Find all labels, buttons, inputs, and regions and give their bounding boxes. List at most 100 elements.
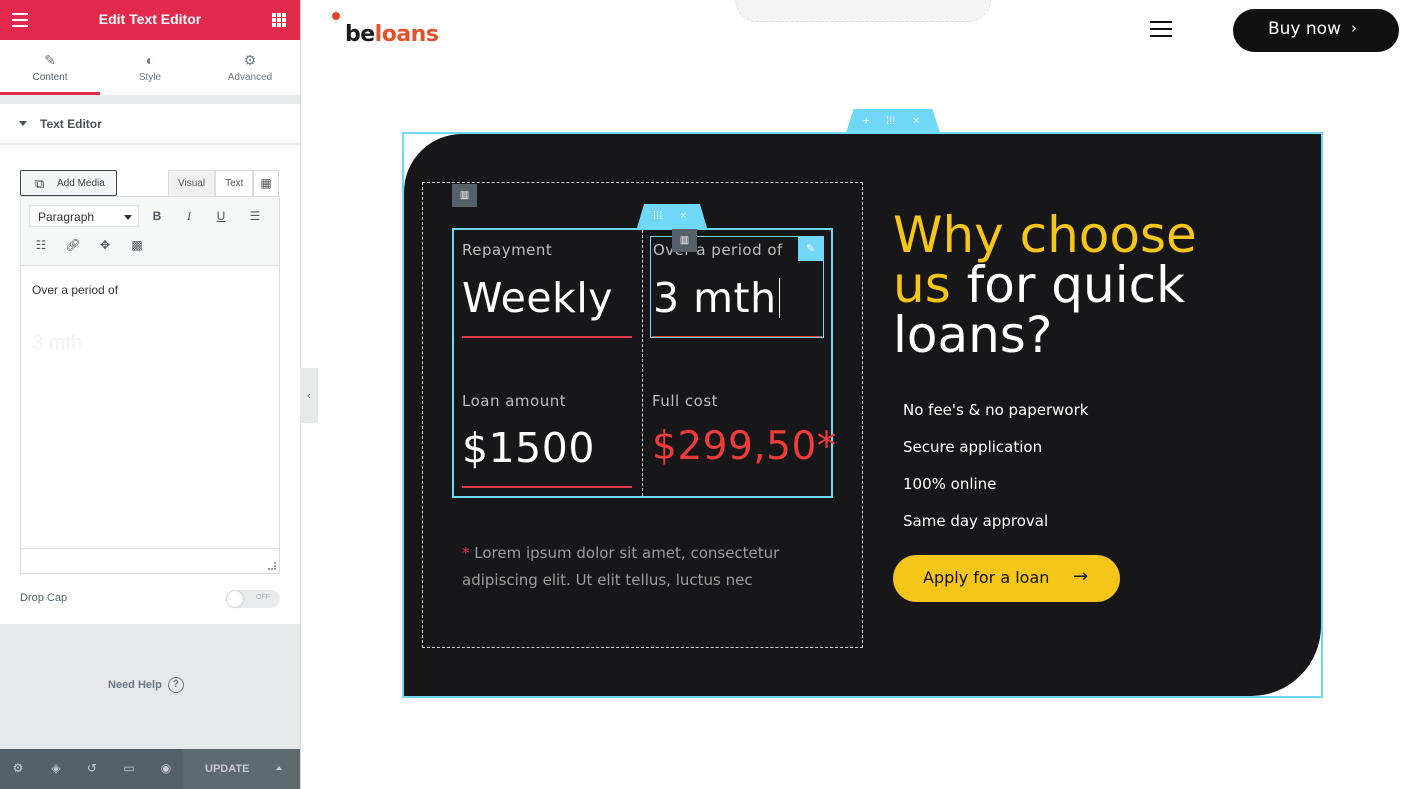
logo-mark-icon (332, 12, 340, 20)
tab-style-label: Style (138, 72, 162, 83)
tab-advanced-label: Advanced (227, 72, 273, 83)
update-button[interactable]: UPDATE (183, 749, 300, 789)
text-editor-field[interactable]: Over a period of 3 mth (20, 266, 280, 574)
site-menu-icon[interactable] (1150, 21, 1172, 37)
update-label: UPDATE (205, 763, 250, 775)
footnote-body: Lorem ipsum dolor sit amet, consectetur … (462, 544, 780, 589)
stat-value-repayment: Weekly (462, 274, 613, 322)
layers-icon[interactable]: ◈ (48, 761, 64, 777)
widgets-grid-icon[interactable] (272, 13, 286, 27)
close-icon[interactable]: × (913, 115, 919, 127)
numbered-list-icon[interactable]: ☷ (31, 235, 51, 255)
format-select-value: Paragraph (38, 210, 95, 224)
stat-underline (462, 486, 632, 488)
tab-content-label: Content (32, 72, 68, 83)
feature-item: No fee's & no paperwork (903, 401, 1089, 419)
column-handle-icon[interactable]: ▥ (452, 184, 477, 207)
feature-item: Secure application (903, 438, 1043, 456)
toggle-knob (227, 591, 243, 607)
need-help-label: Need Help (108, 678, 162, 691)
section-text-editor[interactable]: Text Editor (0, 104, 300, 144)
pencil-icon: ✎ (44, 52, 56, 68)
editor-line-1: Over a period of (32, 283, 119, 297)
need-help-link[interactable]: Need Help? (108, 677, 184, 693)
footnote-asterisk: * (462, 544, 470, 562)
section-title: Text Editor (40, 117, 102, 131)
buy-now-label: Buy now (1268, 19, 1341, 39)
stat-label-repayment: Repayment (462, 241, 553, 259)
drag-icon[interactable]: ⁞⁞⁞ (653, 210, 662, 222)
logo-text-be: be (345, 22, 375, 47)
chevron-down-icon (124, 215, 132, 220)
format-select[interactable]: Paragraph (29, 205, 139, 227)
responsive-icon[interactable]: ▭ (121, 761, 137, 777)
inner-section-handle[interactable]: ⁞⁞⁞ × (637, 204, 707, 228)
feature-item: 100% online (903, 475, 997, 493)
logo-text-loans: loans (374, 22, 439, 47)
link-icon[interactable]: 🔗︎ (63, 235, 83, 255)
panel-tabs: ✎ Content ◐ Style ⚙ Advanced (0, 40, 300, 95)
question-icon: ? (167, 677, 184, 693)
italic-button[interactable]: I (179, 206, 199, 226)
settings-icon[interactable]: ⚙ (10, 761, 26, 777)
stat-underline (462, 336, 632, 338)
headline: Why choose us for quick loans? (893, 210, 1253, 360)
tab-style[interactable]: ◐ Style (100, 40, 200, 95)
tab-content[interactable]: ✎ Content (0, 40, 100, 95)
underline-button[interactable]: U (211, 206, 231, 226)
panel-title: Edit Text Editor (98, 11, 202, 27)
stat-value-loan-amount: $1500 (462, 424, 595, 472)
stat-value-full-cost: $299,50* (652, 424, 837, 469)
panel-header: Edit Text Editor (0, 0, 300, 40)
gear-icon: ⚙ (243, 52, 257, 68)
caret-down-icon (19, 121, 27, 126)
apply-label: Apply for a loan (923, 568, 1050, 587)
edit-widget-pencil-icon[interactable]: ✎ (798, 237, 823, 261)
half-circle-icon: ◐ (145, 52, 155, 68)
add-icon[interactable]: + (863, 115, 869, 127)
media-icon: ⧉ (35, 176, 45, 191)
editor-statusbar (21, 548, 279, 573)
buy-now-button[interactable]: Buy now › (1233, 9, 1399, 52)
drop-cap-toggle[interactable]: OFF (226, 590, 280, 608)
chevron-up-icon[interactable] (276, 766, 282, 770)
history-icon[interactable]: ↺ (84, 761, 100, 777)
inner-column-divider (642, 230, 643, 496)
headline-part4: loans? (893, 306, 1053, 364)
tab-text[interactable]: Text (215, 170, 254, 196)
resize-grip-icon[interactable] (268, 562, 276, 570)
fullscreen-icon[interactable]: ✥ (95, 235, 115, 255)
editor-mode-tabs: Visual Text ▦ (168, 170, 279, 196)
drag-icon[interactable]: ⁞⁞⁞ (886, 115, 895, 127)
arrow-right-icon: → (1073, 566, 1089, 587)
site-logo[interactable]: beloans (345, 22, 439, 47)
footnote-text: * Lorem ipsum dolor sit amet, consectetu… (462, 540, 822, 594)
close-icon[interactable]: × (680, 210, 686, 222)
editor-toolbar: Paragraph B I U ☰ ☷ 🔗︎ ✥ ▩ (20, 196, 280, 266)
column-handle-icon[interactable]: ▥ (672, 229, 697, 252)
header-edit-tab[interactable] (735, 0, 991, 22)
add-media-label: Add Media (57, 178, 105, 189)
toolbar-more-icon[interactable]: ▩ (127, 235, 147, 255)
stat-label-loan-amount: Loan amount (462, 392, 567, 410)
bold-button[interactable]: B (147, 206, 167, 226)
panel-footer: ⚙ ◈ ↺ ▭ ◉ UPDATE (0, 749, 300, 789)
section-handle[interactable]: + ⁞⁞⁞ × (846, 109, 940, 133)
editor-panel: Edit Text Editor ✎ Content ◐ Style ⚙ Adv… (0, 0, 300, 789)
feature-item: Same day approval (903, 512, 1049, 530)
apply-for-loan-button[interactable]: Apply for a loan → (893, 555, 1120, 602)
drop-cap-label: Drop Cap (20, 592, 68, 604)
preview-eye-icon[interactable]: ◉ (158, 761, 174, 777)
tab-advanced[interactable]: ⚙ Advanced (200, 40, 300, 95)
bullet-list-icon[interactable]: ☰ (245, 206, 265, 226)
toolbar-toggle-icon[interactable]: ▦ (253, 170, 279, 196)
add-media-button[interactable]: ⧉ Add Media (20, 170, 117, 196)
chevron-right-icon: › (1351, 19, 1357, 37)
controls-area: ⧉ Add Media Visual Text ▦ Paragraph B I … (0, 145, 300, 624)
toggle-state: OFF (256, 594, 270, 601)
collapse-panel-icon[interactable]: ‹ (300, 368, 318, 423)
editor-line-2: 3 mth (32, 332, 83, 354)
tab-visual[interactable]: Visual (168, 170, 216, 196)
editor-root: Edit Text Editor ✎ Content ◐ Style ⚙ Adv… (0, 0, 1428, 789)
stat-label-full-cost: Full cost (652, 392, 719, 410)
